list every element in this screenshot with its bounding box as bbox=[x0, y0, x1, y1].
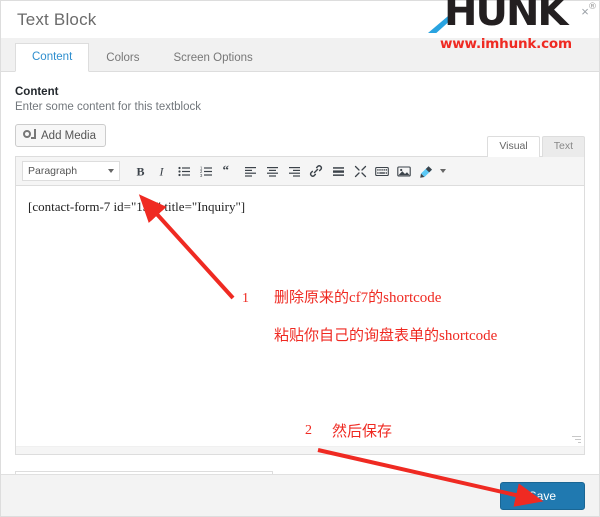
svg-text:B: B bbox=[136, 165, 144, 178]
chevron-down-icon bbox=[108, 169, 114, 173]
editor-mode-tabs: Visual Text bbox=[487, 136, 585, 157]
save-button[interactable]: Save bbox=[499, 481, 585, 510]
editor-status-bar bbox=[16, 446, 584, 454]
editor-resize-handle[interactable] bbox=[572, 434, 581, 443]
page-title: Text Block bbox=[17, 9, 97, 29]
tab-screen-options[interactable]: Screen Options bbox=[157, 44, 270, 73]
fullscreen-button[interactable] bbox=[350, 161, 370, 181]
content-panel: Content Enter some content for this text… bbox=[1, 72, 599, 474]
modal-footer: Save bbox=[1, 474, 599, 516]
add-media-label: Add Media bbox=[41, 129, 96, 142]
content-field-description: Enter some content for this textblock bbox=[15, 101, 202, 113]
align-right-button[interactable] bbox=[284, 161, 304, 181]
editor-toolbar: Paragraph B I 1 2 3 “ bbox=[16, 157, 584, 186]
close-icon[interactable]: × bbox=[577, 4, 593, 20]
svg-text:I: I bbox=[158, 165, 164, 178]
bulleted-list-button[interactable] bbox=[174, 161, 194, 181]
font-size-select[interactable]: Default Size ▲▼ bbox=[15, 471, 273, 474]
tab-colors[interactable]: Colors bbox=[89, 44, 156, 73]
keyboard-shortcuts-button[interactable] bbox=[372, 161, 392, 181]
content-field-label: Content bbox=[15, 86, 59, 98]
font-size-row: Default Size ▲▼ Font Size bbox=[15, 471, 585, 474]
format-select-value: Paragraph bbox=[28, 165, 78, 177]
media-icon bbox=[23, 129, 36, 142]
align-center-button[interactable] bbox=[262, 161, 282, 181]
editor-box: Paragraph B I 1 2 3 “ [contact-form-7 id… bbox=[15, 156, 585, 455]
tab-visual[interactable]: Visual bbox=[487, 136, 540, 157]
svg-text:3: 3 bbox=[200, 173, 203, 178]
insert-link-button[interactable] bbox=[306, 161, 326, 181]
bold-button[interactable]: B bbox=[130, 161, 150, 181]
tab-content[interactable]: Content bbox=[15, 42, 90, 72]
format-select[interactable]: Paragraph bbox=[22, 161, 120, 181]
tab-text[interactable]: Text bbox=[541, 136, 585, 157]
numbered-list-button[interactable]: 1 2 3 bbox=[196, 161, 216, 181]
editor-content-area[interactable]: [contact-form-7 id="139" title="Inquiry"… bbox=[16, 186, 584, 446]
modal-title-bar: Text Block × bbox=[1, 1, 599, 38]
italic-button[interactable]: I bbox=[152, 161, 172, 181]
toolbar-toggle-button[interactable] bbox=[416, 161, 436, 181]
text-block-modal: Text Block × Content Colors Screen Optio… bbox=[0, 0, 600, 517]
insert-image-button[interactable] bbox=[394, 161, 414, 181]
add-media-button[interactable]: Add Media bbox=[15, 124, 106, 147]
toolbar-toggle-caret-icon[interactable] bbox=[438, 161, 448, 181]
editor-wrapper: Visual Text Paragraph B I 1 2 3 “ [conta… bbox=[15, 136, 585, 455]
align-left-button[interactable] bbox=[240, 161, 260, 181]
svg-text:“: “ bbox=[222, 165, 229, 177]
modal-tab-strip: Content Colors Screen Options bbox=[1, 38, 599, 72]
read-more-button[interactable] bbox=[328, 161, 348, 181]
blockquote-button[interactable]: “ bbox=[218, 161, 238, 181]
editor-shortcode-text: [contact-form-7 id="139" title="Inquiry"… bbox=[28, 199, 246, 214]
